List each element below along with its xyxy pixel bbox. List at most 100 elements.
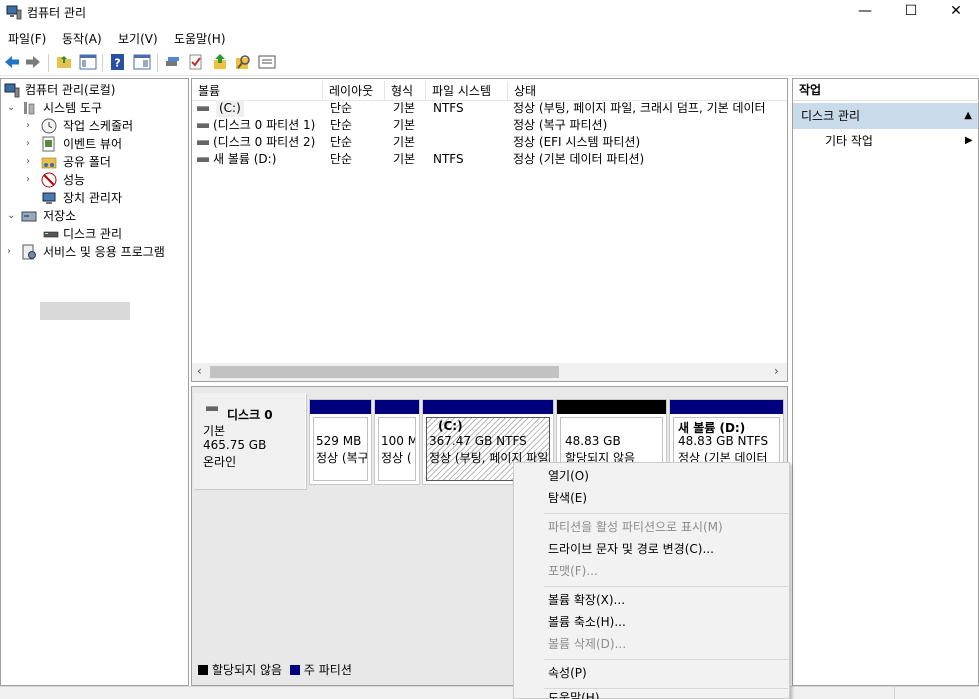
partition-size: 48.83 GB NTFS xyxy=(678,434,769,448)
legend-unallocated: 할당되지 않음 xyxy=(212,663,283,677)
toolbar-separator xyxy=(48,54,49,72)
drive-icon xyxy=(197,140,209,145)
menu-item-help[interactable]: 도움말(H) xyxy=(548,691,600,699)
console-icon[interactable] xyxy=(258,53,276,71)
menu-item-shrink-volume[interactable]: 볼륨 축소(H)... xyxy=(548,611,626,633)
tree-item-shared-folders[interactable]: › 공유 폴더 xyxy=(1,153,189,171)
maximize-button[interactable]: ☐ xyxy=(888,0,934,24)
menu-file[interactable]: 파일(F) xyxy=(8,30,46,47)
check-icon[interactable] xyxy=(187,53,205,71)
toolbar-separator xyxy=(157,54,158,72)
tree-item-disk-management[interactable]: 디스크 관리 xyxy=(1,225,189,243)
menu-item-change-drive-letter[interactable]: 드라이브 문자 및 경로 변경(C)... xyxy=(548,538,714,560)
column-header-type[interactable]: 형식 xyxy=(385,81,426,101)
scrollbar-thumb[interactable] xyxy=(210,366,559,378)
menu-item-mark-active[interactable]: 파티션을 활성 파티션으로 표시(M) xyxy=(548,516,723,538)
column-header-layout[interactable]: 레이아웃 xyxy=(323,81,385,101)
context-menu: 열기(O) 탐색(E) 파티션을 활성 파티션으로 표시(M) 드라이브 문자 … xyxy=(513,462,790,699)
disk-label[interactable]: 디스크 0 기본 465.75 GB 온라인 xyxy=(194,393,306,489)
disk-state: 온라인 xyxy=(203,455,237,469)
column-header-volume[interactable]: 볼륨 xyxy=(192,81,323,101)
menu-item-open[interactable]: 열기(O) xyxy=(548,465,589,487)
cell-volume: 새 볼륨 (D:) xyxy=(213,152,277,166)
close-button[interactable]: ✕ xyxy=(933,0,979,24)
table-row[interactable]: 새 볼륨 (D:) 단순 기본 NTFS 정상 (기본 데이터 파티션) xyxy=(192,151,787,168)
partition-body: 529 MB 정상 (복구 xyxy=(313,417,368,481)
partition-size: 367.47 GB NTFS xyxy=(429,434,527,448)
tools-icon xyxy=(24,102,35,115)
chevron-right-icon[interactable]: › xyxy=(26,171,36,189)
chevron-right-icon[interactable]: › xyxy=(26,117,36,135)
horizontal-scrollbar[interactable]: ‹ › xyxy=(192,363,787,381)
minimize-button[interactable]: — xyxy=(842,0,888,24)
properties-icon[interactable] xyxy=(133,53,151,71)
toolbar-separator xyxy=(102,54,103,72)
action-more-actions[interactable]: 기타 작업 ▶ xyxy=(825,131,975,151)
toolbar: ? xyxy=(0,50,979,76)
tree-item-services[interactable]: › 서비스 및 응용 프로그램 xyxy=(1,243,189,261)
cell-status: 정상 (부팅, 페이지 파일, 크래시 덤프, 기본 데이터 xyxy=(513,101,766,115)
tree-item-system-tools[interactable]: ⌄ 시스템 도구 xyxy=(1,99,189,117)
show-tree-icon[interactable] xyxy=(79,53,97,71)
tree-item-event-viewer[interactable]: › 이벤트 뷰어 xyxy=(1,135,189,153)
partition-efi[interactable]: 100 M 정상 ( xyxy=(374,399,420,485)
menu-item-properties[interactable]: 속성(P) xyxy=(548,662,587,684)
menu-item-delete-volume[interactable]: 볼륨 삭제(D)... xyxy=(548,633,626,655)
disk-drive-icon xyxy=(206,406,218,411)
export-icon[interactable] xyxy=(211,53,229,71)
collapse-up-icon[interactable]: ▲ xyxy=(964,103,972,129)
chevron-right-icon[interactable]: › xyxy=(26,153,36,171)
tree-item-storage[interactable]: ⌄ 저장소 xyxy=(1,207,189,225)
disk-type: 기본 xyxy=(203,424,226,438)
table-row[interactable]: (디스크 0 파티션 2) 단순 기본 정상 (EFI 시스템 파티션) xyxy=(192,134,787,151)
table-row[interactable]: (디스크 0 파티션 1) 단순 기본 정상 (복구 파티션) xyxy=(192,117,787,134)
menu-view[interactable]: 보기(V) xyxy=(118,30,158,47)
tree-item-label: 장치 관리자 xyxy=(63,191,123,205)
tree-item-label: 디스크 관리 xyxy=(63,227,123,241)
tree-item-performance[interactable]: › 성능 xyxy=(1,171,189,189)
scroll-right-icon[interactable]: › xyxy=(774,364,779,378)
column-header-status[interactable]: 상태 xyxy=(508,81,787,101)
cell-layout: 단순 xyxy=(330,152,353,166)
actions-section-disk-management[interactable]: 디스크 관리 ▲ xyxy=(793,103,978,129)
drive-icon xyxy=(197,157,209,162)
chevron-right-icon[interactable]: › xyxy=(7,243,17,261)
menu-item-extend-volume[interactable]: 볼륨 확장(X)... xyxy=(548,589,625,611)
drive-icon xyxy=(197,123,209,128)
storage-icon xyxy=(21,211,37,222)
tree-item-label: 성능 xyxy=(63,173,86,187)
forward-icon[interactable] xyxy=(24,53,42,71)
actions-header: 작업 xyxy=(793,79,979,101)
services-icon xyxy=(22,244,36,260)
menu-action[interactable]: 동작(A) xyxy=(62,30,102,47)
connect-icon[interactable] xyxy=(164,53,182,71)
help-icon[interactable]: ? xyxy=(109,53,127,71)
legend-swatch-primary xyxy=(289,665,300,675)
chevron-down-icon[interactable]: ⌄ xyxy=(7,207,17,225)
tree-item-task-scheduler[interactable]: › 작업 스케줄러 xyxy=(1,117,189,135)
clock-icon xyxy=(41,118,57,134)
column-header-file-system[interactable]: 파일 시스템 xyxy=(426,81,508,101)
tree-item-label: 저장소 xyxy=(43,209,77,223)
chevron-right-icon[interactable]: › xyxy=(26,135,36,153)
chevron-down-icon[interactable]: ⌄ xyxy=(7,99,17,117)
drive-icon xyxy=(197,106,209,111)
actions-section-label: 디스크 관리 xyxy=(801,109,861,123)
menu-help[interactable]: 도움말(H) xyxy=(174,30,226,47)
title-bar: 컴퓨터 관리 — ☐ ✕ xyxy=(0,0,979,24)
menu-item-format[interactable]: 포맷(F)... xyxy=(548,560,598,582)
folder-up-icon[interactable] xyxy=(55,53,73,71)
back-icon[interactable] xyxy=(3,53,21,71)
partition-recovery[interactable]: 529 MB 정상 (복구 xyxy=(309,399,372,485)
cell-status: 정상 (복구 파티션) xyxy=(513,118,608,132)
cell-file-system: NTFS xyxy=(433,101,464,115)
table-row[interactable]: (C:) 단순 기본 NTFS 정상 (부팅, 페이지 파일, 크래시 덤프, … xyxy=(192,100,787,117)
search-icon[interactable] xyxy=(234,53,252,71)
action-label: 기타 작업 xyxy=(825,134,873,148)
tree-item-device-manager[interactable]: 장치 관리자 xyxy=(1,189,189,207)
tree-item-computer-management[interactable]: 컴퓨터 관리(로컬) xyxy=(1,81,189,99)
scroll-left-icon[interactable]: ‹ xyxy=(197,364,202,378)
cell-type: 기본 xyxy=(393,118,416,132)
cell-type: 기본 xyxy=(393,152,416,166)
menu-item-explore[interactable]: 탐색(E) xyxy=(548,487,587,509)
